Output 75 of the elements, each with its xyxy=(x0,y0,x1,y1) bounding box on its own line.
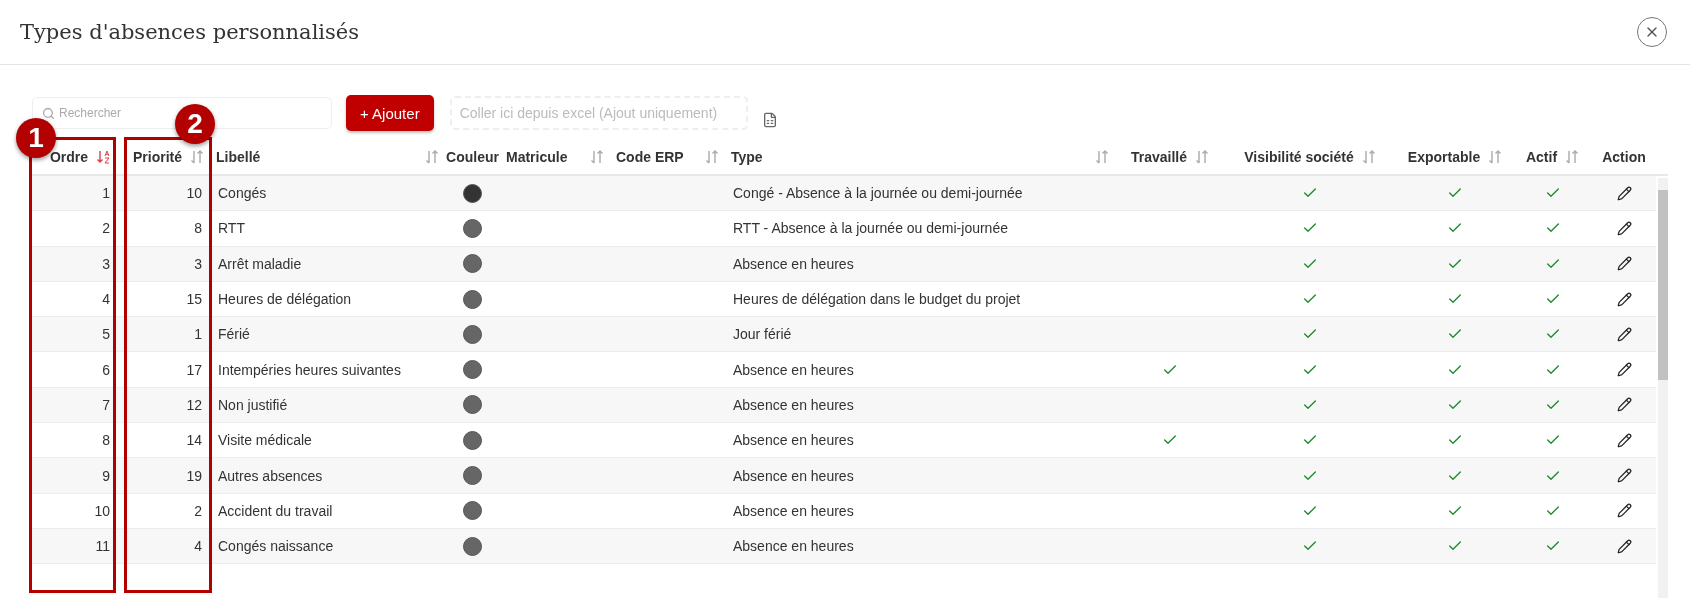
edit-button[interactable] xyxy=(1616,538,1632,554)
edit-button[interactable] xyxy=(1616,362,1632,378)
search-icon xyxy=(42,107,55,120)
table-cell: 15 xyxy=(186,291,202,308)
edit-button[interactable] xyxy=(1616,397,1632,413)
table-cell: 11 xyxy=(95,538,110,555)
close-button[interactable] xyxy=(1637,17,1667,47)
table-cell: 17 xyxy=(186,361,202,378)
column-header: Matricule xyxy=(506,149,568,165)
edit-button[interactable] xyxy=(1616,432,1632,448)
table-cell: Heures de délégation dans le budget du projet xyxy=(733,291,1021,308)
table-cell: Arrêt maladie xyxy=(218,255,302,272)
table-cell: Absence en heures xyxy=(733,467,854,484)
paste-field[interactable]: Coller ici depuis excel (Ajout uniquement) xyxy=(449,96,748,130)
add-button[interactable]: + Ajouter xyxy=(346,95,434,131)
table-cell: 1 xyxy=(194,326,202,343)
table-cell: 7 xyxy=(102,396,110,413)
edit-button[interactable] xyxy=(1616,503,1632,519)
dialog-title: Types d'absences personnalisés xyxy=(20,20,360,44)
table-cell: Absence en heures xyxy=(733,432,854,449)
table-cell: Accident du travail xyxy=(218,502,333,519)
table-cell: 19 xyxy=(186,467,202,484)
table-cell: 9 xyxy=(102,467,110,484)
table-cell: 3 xyxy=(102,255,110,272)
table-cell: 8 xyxy=(194,220,202,237)
column-header: Exportable xyxy=(1407,149,1481,165)
table-cell: 4 xyxy=(194,538,202,555)
table-cell: Visite médicale xyxy=(218,432,312,449)
table-cell: Absence en heures xyxy=(733,396,854,413)
column-header: Action xyxy=(1602,149,1646,165)
table-cell: Jour férié xyxy=(733,326,792,343)
edit-button[interactable] xyxy=(1616,291,1632,307)
column-header: Code ERP xyxy=(616,149,684,165)
table-cell: RTT - Absence à la journée ou demi-journée xyxy=(733,220,1008,237)
table-cell: Intempéries heures suivantes xyxy=(218,361,401,378)
table-cell: Congés naissance xyxy=(218,538,334,555)
table-cell: Non justifié xyxy=(218,396,288,413)
table-cell: Absence en heures xyxy=(733,538,854,555)
edit-button[interactable] xyxy=(1616,220,1632,236)
column-header: Actif xyxy=(1525,149,1558,165)
table-cell: Férié xyxy=(218,326,250,343)
column-header: Couleur xyxy=(446,149,499,165)
table-cell: Absence en heures xyxy=(733,502,854,519)
table-cell: 1 xyxy=(102,185,110,202)
table-cell: 10 xyxy=(186,185,202,202)
table-cell: Absence en heures xyxy=(733,255,854,272)
sort-ascending-icon[interactable] xyxy=(96,149,112,165)
table-cell: 2 xyxy=(194,502,202,519)
excel-file-icon[interactable] xyxy=(761,112,778,128)
edit-button[interactable] xyxy=(1616,468,1632,483)
table-cell: RTT xyxy=(218,220,245,237)
table-cell: 3 xyxy=(194,255,202,272)
table-cell: 4 xyxy=(102,291,110,308)
table-cell: 2 xyxy=(102,220,110,237)
table-cell: Heures de délégation xyxy=(218,291,352,308)
edit-button[interactable] xyxy=(1616,326,1632,342)
table-cell: 6 xyxy=(102,361,110,378)
table-cell: Absence en heures xyxy=(733,361,854,378)
table-cell: 12 xyxy=(186,396,202,413)
table-cell: 10 xyxy=(94,502,110,519)
edit-button[interactable] xyxy=(1616,256,1632,272)
table-cell: Congés xyxy=(218,185,267,202)
table-cell: 8 xyxy=(102,432,110,449)
column-header: Libellé xyxy=(216,149,261,165)
table-cell: 14 xyxy=(186,432,202,449)
table-cell: Congé - Absence à la journée ou demi-journée xyxy=(733,185,1023,202)
edit-button[interactable] xyxy=(1616,185,1632,201)
column-header: Type xyxy=(731,149,763,165)
column-header: Ordre xyxy=(49,149,88,165)
scrollbar[interactable] xyxy=(1658,178,1668,598)
column-header: Travaillé xyxy=(1130,149,1187,165)
table-cell: 5 xyxy=(102,326,110,343)
column-header: Visibilité société xyxy=(1244,149,1354,165)
column-header: Priorité xyxy=(133,149,182,165)
table-cell: Autres absences xyxy=(218,467,323,484)
